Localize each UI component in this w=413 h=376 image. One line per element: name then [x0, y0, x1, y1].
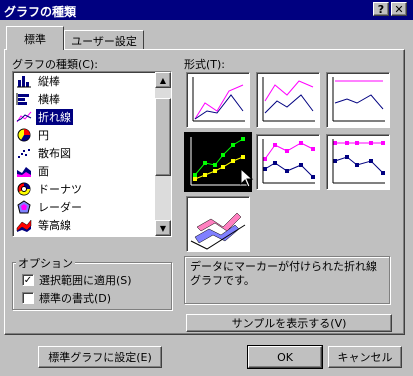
- subtype-stacked-line-markers[interactable]: [256, 134, 320, 190]
- tab-standard-label: 標準: [24, 32, 46, 46]
- list-item-label: ドーナツ: [38, 183, 82, 196]
- list-item[interactable]: 横棒: [13, 90, 155, 108]
- options-title: オプション: [16, 255, 75, 271]
- apply-to-selection-checkbox[interactable]: ✓: [22, 274, 34, 286]
- scroll-up-button[interactable]: ▲: [155, 72, 171, 88]
- scatter-chart-icon: [16, 146, 32, 160]
- preview-button[interactable]: サンプルを表示する(V): [186, 314, 392, 332]
- surface-chart-icon: [16, 218, 32, 232]
- subtype-line[interactable]: [186, 72, 250, 128]
- subtype-100-stacked-line-markers[interactable]: [326, 134, 390, 190]
- chart-type-list[interactable]: 縦棒横棒折れ線円散布図面ドーナツレーダー等高線 ▲ ▼: [12, 71, 172, 237]
- subtype-grid: [184, 72, 392, 252]
- radar-chart-icon: [16, 200, 32, 214]
- doughnut-chart-icon: [16, 182, 32, 196]
- list-item[interactable]: 散布図: [13, 144, 155, 162]
- tab-custom[interactable]: ユーザー設定: [64, 30, 144, 50]
- column-chart-icon: [16, 74, 32, 88]
- line-chart-icon: [16, 110, 32, 124]
- list-item[interactable]: 円: [13, 126, 155, 144]
- default-format-label: 標準の書式(D): [39, 292, 112, 305]
- list-item[interactable]: ドーナツ: [13, 180, 155, 198]
- default-format-checkbox[interactable]: [22, 292, 34, 304]
- list-item-label: 散布図: [38, 147, 71, 160]
- check-icon: ✓: [23, 274, 33, 286]
- close-icon: ✕: [394, 2, 404, 16]
- pie-chart-icon: [16, 128, 32, 142]
- list-item-label: レーダー: [38, 201, 82, 214]
- default-format-option[interactable]: 標準の書式(D): [22, 290, 111, 306]
- list-item[interactable]: 縦棒: [13, 72, 155, 90]
- close-button[interactable]: ✕: [391, 2, 407, 16]
- scroll-down-button[interactable]: ▼: [155, 220, 171, 236]
- list-item[interactable]: 面: [13, 162, 155, 180]
- set-default-button[interactable]: 標準グラフに設定(E): [38, 346, 162, 368]
- list-item-label: 等高線: [38, 219, 71, 232]
- subtype-100-stacked-line[interactable]: [326, 72, 390, 128]
- arrow-up-icon: ▲: [159, 75, 167, 85]
- subtype-stacked-line[interactable]: [256, 72, 320, 128]
- list-item-label: 円: [38, 129, 49, 142]
- subtype-3d-line[interactable]: [186, 196, 250, 252]
- chart-type-label: グラフの種類(C):: [12, 58, 98, 71]
- scroll-thumb[interactable]: [155, 98, 171, 176]
- area-chart-icon: [16, 164, 32, 178]
- mouse-cursor: [240, 167, 254, 191]
- list-item[interactable]: 等高線: [13, 216, 155, 234]
- ok-button[interactable]: OK: [247, 345, 323, 369]
- subtype-label: 形式(T):: [184, 58, 226, 71]
- title-bar: グラフの種類 ? ✕: [0, 0, 413, 20]
- list-scrollbar[interactable]: ▲ ▼: [155, 72, 171, 236]
- list-item-label: 縦棒: [38, 75, 60, 88]
- window-title: グラフの種類: [4, 5, 77, 19]
- list-item[interactable]: レーダー: [13, 198, 155, 216]
- tab-standard[interactable]: 標準: [6, 26, 64, 50]
- list-item-label: 横棒: [38, 93, 60, 106]
- arrow-down-icon: ▼: [159, 223, 167, 233]
- bar-chart-icon: [16, 92, 32, 106]
- apply-to-selection-label: 選択範囲に適用(S): [39, 274, 132, 287]
- cancel-button[interactable]: キャンセル: [328, 346, 402, 368]
- help-button[interactable]: ?: [373, 2, 389, 16]
- description-text: データにマーカーが付けられた折れ線グラフです。: [190, 260, 377, 287]
- list-item-label: 折れ線: [36, 109, 73, 125]
- description-box: データにマーカーが付けられた折れ線グラフです。: [184, 256, 390, 304]
- apply-to-selection-option[interactable]: ✓ 選択範囲に適用(S): [22, 272, 132, 288]
- tab-custom-label: ユーザー設定: [71, 34, 137, 48]
- list-item-label: 面: [38, 165, 49, 178]
- list-item[interactable]: 折れ線: [13, 108, 155, 126]
